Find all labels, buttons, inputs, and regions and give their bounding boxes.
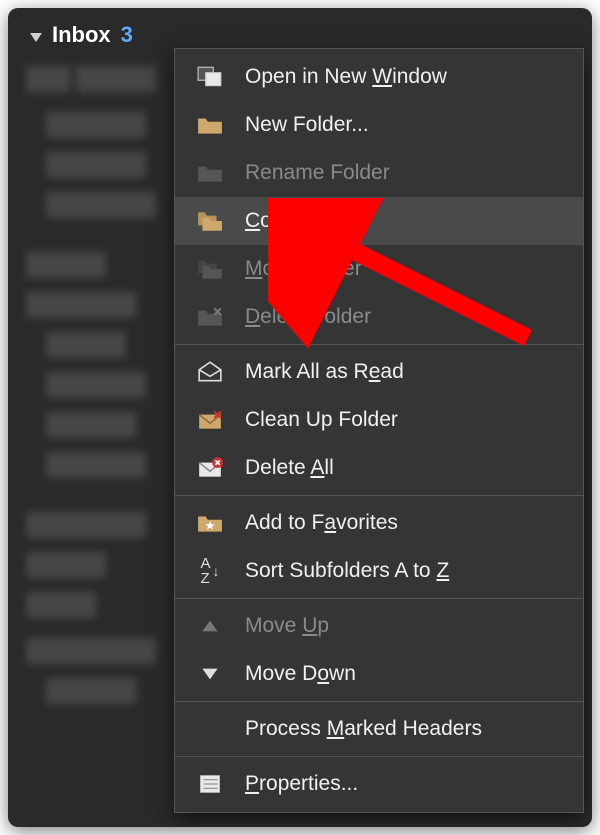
context-menu: Open in New Window New Folder... Rename … bbox=[174, 48, 584, 813]
menu-separator bbox=[175, 701, 583, 702]
app-window: Inbox 3 Open in New Window bbox=[8, 8, 592, 827]
menu-separator bbox=[175, 598, 583, 599]
triangle-up-icon bbox=[193, 612, 227, 640]
unread-count: 3 bbox=[121, 22, 133, 48]
menu-label: Rename Folder bbox=[245, 161, 390, 185]
menu-item-rename-folder: Rename Folder bbox=[175, 149, 583, 197]
menu-label: Mark All as Read bbox=[245, 360, 404, 384]
menu-item-move-up: Move Up bbox=[175, 602, 583, 650]
menu-item-mark-all-read[interactable]: Mark All as Read bbox=[175, 348, 583, 396]
menu-label: Add to Favorites bbox=[245, 511, 398, 535]
menu-label: Process Marked Headers bbox=[245, 717, 482, 741]
triangle-down-icon bbox=[193, 660, 227, 688]
sort-az-icon: AZ ↓ bbox=[193, 557, 227, 585]
menu-item-delete-folder: Delete Folder bbox=[175, 293, 583, 341]
menu-item-process-marked[interactable]: Process Marked Headers bbox=[175, 705, 583, 753]
menu-label: Delete Folder bbox=[245, 305, 371, 329]
menu-label: Clean Up Folder bbox=[245, 408, 398, 432]
menu-label: Move Down bbox=[245, 662, 356, 686]
menu-item-new-folder[interactable]: New Folder... bbox=[175, 101, 583, 149]
menu-label: Properties... bbox=[245, 772, 358, 796]
folder-delete-icon bbox=[193, 303, 227, 331]
menu-separator bbox=[175, 495, 583, 496]
windows-icon bbox=[193, 63, 227, 91]
folder-star-icon bbox=[193, 509, 227, 537]
menu-item-copy-folder[interactable]: Copy Folder bbox=[175, 197, 583, 245]
menu-label: Delete All bbox=[245, 456, 334, 480]
envelope-delete-icon bbox=[193, 454, 227, 482]
menu-item-delete-all[interactable]: Delete All bbox=[175, 444, 583, 492]
menu-label: Open in New Window bbox=[245, 65, 447, 89]
menu-item-clean-up[interactable]: Clean Up Folder bbox=[175, 396, 583, 444]
menu-label: Move Folder bbox=[245, 257, 362, 281]
folder-label: Inbox bbox=[52, 22, 111, 48]
envelope-clean-icon bbox=[193, 406, 227, 434]
envelope-open-icon bbox=[193, 358, 227, 386]
folder-rename-icon bbox=[193, 159, 227, 187]
expand-triangle-icon bbox=[30, 33, 42, 42]
menu-item-properties[interactable]: Properties... bbox=[175, 760, 583, 808]
menu-item-sort-subfolders[interactable]: AZ ↓ Sort Subfolders A to Z bbox=[175, 547, 583, 595]
menu-item-open-new-window[interactable]: Open in New Window bbox=[175, 53, 583, 101]
properties-icon bbox=[193, 770, 227, 798]
menu-separator bbox=[175, 344, 583, 345]
menu-label: Sort Subfolders A to Z bbox=[245, 559, 449, 583]
menu-item-move-down[interactable]: Move Down bbox=[175, 650, 583, 698]
menu-label: Copy Folder bbox=[245, 209, 359, 233]
empty-icon bbox=[193, 715, 227, 743]
menu-item-add-favorites[interactable]: Add to Favorites bbox=[175, 499, 583, 547]
menu-label: New Folder... bbox=[245, 113, 369, 137]
menu-label: Move Up bbox=[245, 614, 329, 638]
folder-move-icon bbox=[193, 255, 227, 283]
folder-icon bbox=[193, 111, 227, 139]
folder-copy-icon bbox=[193, 207, 227, 235]
menu-item-move-folder: Move Folder bbox=[175, 245, 583, 293]
menu-separator bbox=[175, 756, 583, 757]
